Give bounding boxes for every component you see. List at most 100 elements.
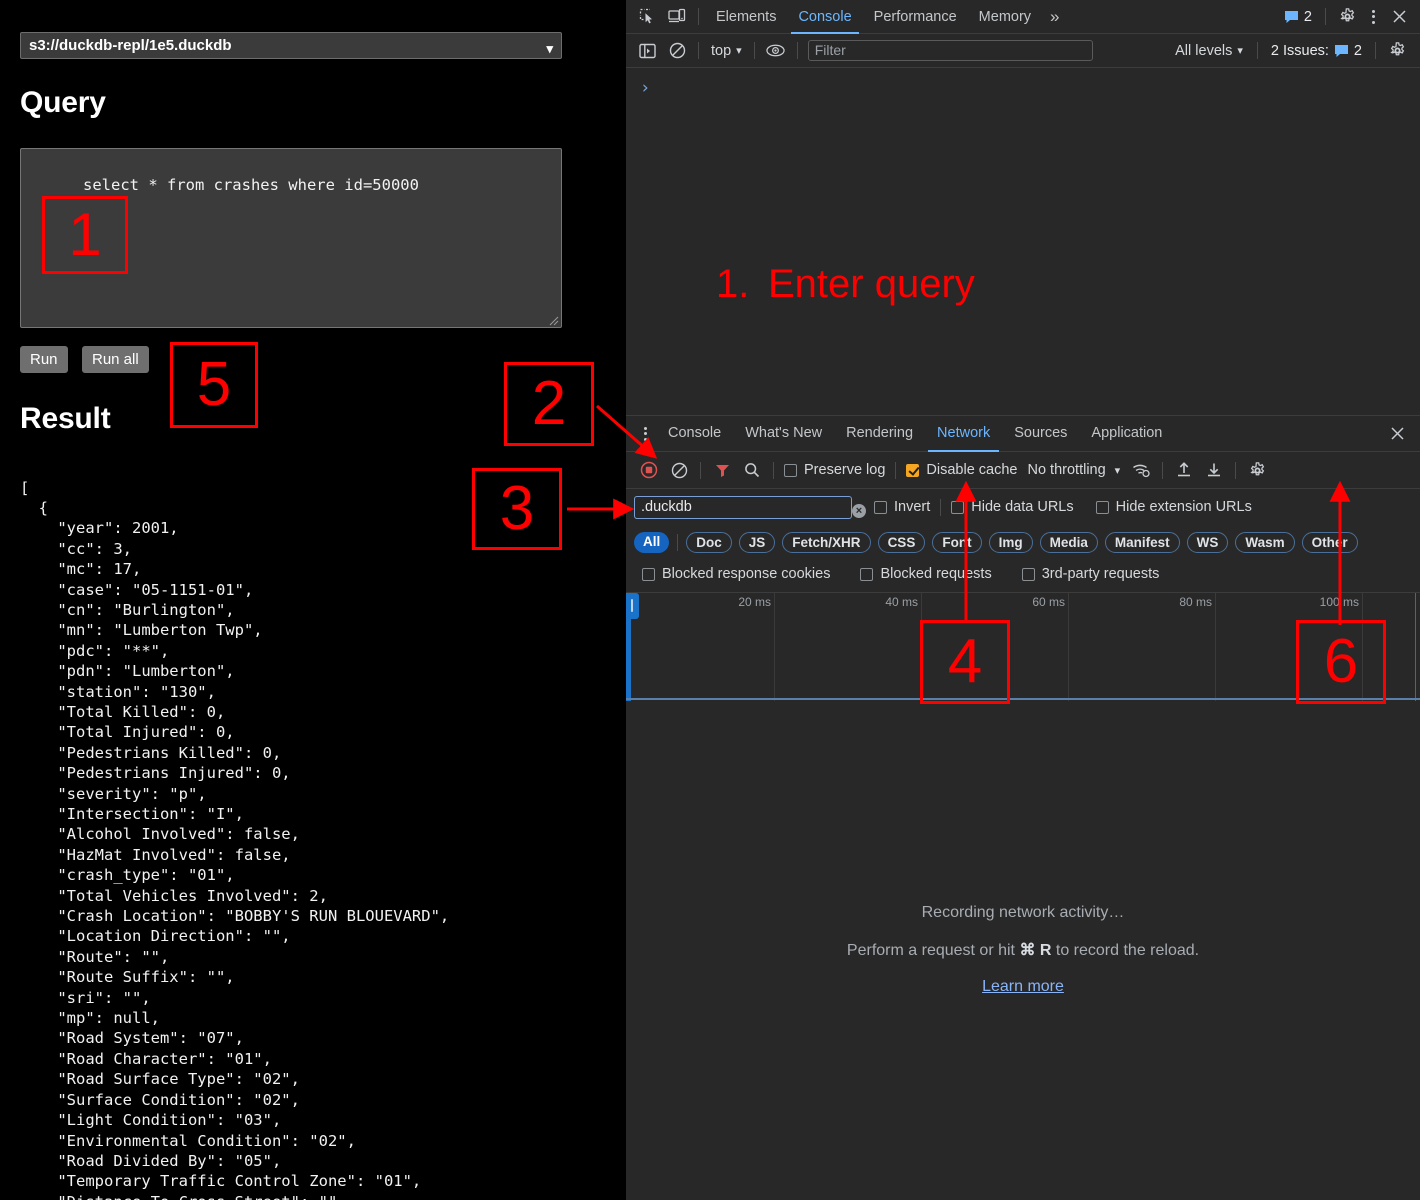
type-filter-media[interactable]: Media <box>1039 531 1098 553</box>
type-filter-js[interactable]: JS <box>738 531 776 553</box>
run-all-button[interactable]: Run all <box>82 346 149 373</box>
result-heading: Result <box>20 402 111 435</box>
drawer-tab-network[interactable]: Network <box>925 415 1002 452</box>
step-number: 1. <box>716 262 750 306</box>
device-toolbar-icon[interactable] <box>662 3 692 31</box>
timeline-tick-label: 80 ms <box>1179 595 1212 609</box>
clear-network-icon[interactable] <box>664 456 694 484</box>
drawer-more-options-icon[interactable] <box>634 420 656 448</box>
timeline-tick-label: 40 ms <box>885 595 918 609</box>
drawer-tab-rendering[interactable]: Rendering <box>834 415 925 452</box>
type-filter-fetch-xhr[interactable]: Fetch/XHR <box>782 531 871 553</box>
annotation-box-3: 3 <box>472 468 562 550</box>
hide-data-urls-checkbox[interactable]: Hide data URLs <box>947 499 1077 515</box>
filter-funnel-icon[interactable] <box>707 456 737 484</box>
checkbox-checked-icon <box>906 463 920 477</box>
blocked-response-cookies-checkbox[interactable]: Blocked response cookies <box>638 566 834 582</box>
hide-data-urls-label: Hide data URLs <box>971 499 1074 515</box>
timeline-drag-handle[interactable] <box>626 593 639 619</box>
clear-console-icon[interactable] <box>662 37 692 65</box>
type-filter-wasm[interactable]: Wasm <box>1235 531 1295 553</box>
disable-cache-label: Disable cache <box>926 462 1018 478</box>
live-expression-eye-icon[interactable] <box>761 37 791 65</box>
database-select[interactable]: s3://duckdb-repl/1e5.duckdb ▾ <box>20 32 562 59</box>
close-icon[interactable] <box>1384 3 1414 31</box>
hint-suffix: to record the reload. <box>1051 942 1200 959</box>
checkbox-icon <box>951 500 965 514</box>
console-filter-input[interactable]: Filter <box>807 40 1093 61</box>
type-filter-font[interactable]: Font <box>932 531 982 553</box>
drawer-tab-sources[interactable]: Sources <box>1002 415 1079 452</box>
more-tabs-chevron-icon[interactable]: » <box>1042 0 1067 34</box>
hint-prefix: Perform a request or hit <box>846 942 1020 959</box>
console-issues-label: 2 Issues: <box>1270 42 1329 59</box>
timeline-tick-label: 100 ms <box>1319 595 1359 609</box>
log-levels-selector[interactable]: All levels ▾ <box>1167 43 1251 59</box>
network-settings-gear-icon[interactable] <box>1242 456 1272 484</box>
step-item: 1. Enter query <box>716 257 1117 312</box>
type-filter-css[interactable]: CSS <box>877 531 926 553</box>
record-stop-icon[interactable] <box>634 456 664 484</box>
type-filter-manifest[interactable]: Manifest <box>1104 531 1180 553</box>
import-har-icon[interactable] <box>1169 456 1199 484</box>
resize-handle-icon[interactable] <box>547 314 559 326</box>
message-icon <box>1334 44 1348 57</box>
gear-icon[interactable] <box>1332 3 1362 31</box>
network-toolbar: Preserve log Disable cache No throttling… <box>626 452 1420 489</box>
disable-cache-checkbox[interactable]: Disable cache <box>902 462 1021 478</box>
annotation-box-1: 1 <box>42 196 128 274</box>
drawer-tab-console[interactable]: Console <box>656 415 733 452</box>
query-heading: Query <box>20 86 106 119</box>
chevron-down-icon: ▾ <box>1114 464 1121 477</box>
checkbox-icon <box>642 567 655 581</box>
blocked-requests-checkbox[interactable]: Blocked requests <box>856 566 995 582</box>
third-party-requests-checkbox[interactable]: 3rd-party requests <box>1018 566 1164 582</box>
console-context-selector[interactable]: top ▾ <box>705 43 748 59</box>
drawer-tabbar: Console What's New Rendering Network Sou… <box>626 415 1420 452</box>
export-har-icon[interactable] <box>1199 456 1229 484</box>
keyboard-shortcut: ⌘ R <box>1019 942 1052 959</box>
console-issues-counter[interactable]: 2 Issues: 2 <box>1264 43 1369 59</box>
throttling-selector[interactable]: No throttling ▾ <box>1021 462 1126 478</box>
type-filter-all[interactable]: All <box>634 531 670 553</box>
learn-more-link[interactable]: Learn more <box>982 978 1064 996</box>
tab-elements[interactable]: Elements <box>705 0 787 34</box>
type-filter-ws[interactable]: WS <box>1186 531 1229 553</box>
inspect-element-icon[interactable] <box>632 3 662 31</box>
blocked-response-cookies-label: Blocked response cookies <box>662 566 831 582</box>
tab-performance[interactable]: Performance <box>863 0 968 34</box>
type-filter-doc[interactable]: Doc <box>686 531 732 553</box>
console-filter-placeholder: Filter <box>814 42 846 58</box>
console-settings-gear-icon[interactable] <box>1382 37 1412 65</box>
preserve-log-checkbox[interactable]: Preserve log <box>780 462 889 478</box>
duckdb-repl-app: s3://duckdb-repl/1e5.duckdb ▾ Query sele… <box>0 0 626 1200</box>
recording-status-text: Recording network activity… <box>921 904 1125 921</box>
hide-extension-urls-checkbox[interactable]: Hide extension URLs <box>1092 499 1256 515</box>
console-body[interactable]: › 1. Enter query 2. Clear "Network" tab … <box>626 68 1420 1124</box>
more-options-icon[interactable] <box>1362 3 1384 31</box>
step-text: Enter query <box>768 262 975 306</box>
message-icon <box>1284 10 1298 23</box>
network-blocked-filters: Blocked response cookies Blocked request… <box>626 560 1420 588</box>
tab-console[interactable]: Console <box>787 0 862 34</box>
issues-counter-top[interactable]: 2 <box>1277 9 1319 25</box>
blocked-requests-label: Blocked requests <box>880 566 992 582</box>
search-icon[interactable] <box>737 456 767 484</box>
type-filter-img[interactable]: Img <box>988 531 1033 553</box>
checkbox-icon <box>1021 567 1035 581</box>
preserve-log-label: Preserve log <box>804 462 886 478</box>
network-filter-input[interactable]: .duckdb <box>634 495 852 519</box>
type-filter-other[interactable]: Other <box>1301 531 1358 553</box>
console-toolbar: top ▾ Filter All levels ▾ 2 Issues: 2 <box>626 34 1420 68</box>
drawer-tab-application[interactable]: Application <box>1079 415 1174 452</box>
tab-memory[interactable]: Memory <box>968 0 1042 34</box>
network-conditions-icon[interactable] <box>1126 456 1156 484</box>
drawer-tab-whats-new[interactable]: What's New <box>733 415 834 452</box>
run-button[interactable]: Run <box>20 346 68 373</box>
drawer-close-icon[interactable] <box>1382 420 1412 448</box>
checkbox-icon <box>784 463 797 477</box>
sidebar-toggle-icon[interactable] <box>632 37 662 65</box>
invert-checkbox[interactable]: Invert <box>870 499 934 515</box>
timeline-tick-label: 20 ms <box>738 595 771 609</box>
clear-filter-icon[interactable]: × <box>852 503 866 518</box>
